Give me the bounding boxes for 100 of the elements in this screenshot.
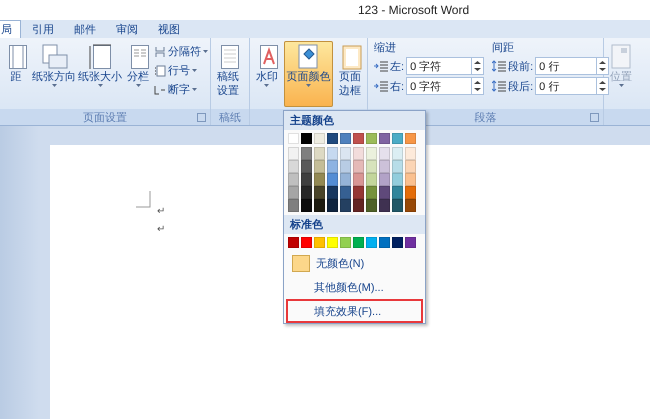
- ribbon-tab[interactable]: 审阅: [107, 20, 147, 38]
- color-swatch[interactable]: [314, 133, 325, 144]
- color-swatch[interactable]: [301, 199, 312, 212]
- ribbon-tab[interactable]: 视图: [149, 20, 189, 38]
- color-swatch[interactable]: [379, 133, 390, 144]
- color-swatch[interactable]: [405, 133, 416, 144]
- color-swatch[interactable]: [288, 173, 299, 186]
- color-swatch[interactable]: [366, 186, 377, 199]
- ribbon-button[interactable]: 页面颜色: [284, 41, 334, 107]
- spin-button[interactable]: [472, 77, 484, 95]
- color-swatch[interactable]: [405, 173, 416, 186]
- color-swatch[interactable]: [392, 237, 403, 248]
- color-swatch[interactable]: [392, 147, 403, 160]
- color-swatch[interactable]: [379, 199, 390, 212]
- color-swatch[interactable]: [379, 237, 390, 248]
- ribbon-button[interactable]: 纸张大小: [78, 41, 122, 107]
- color-swatch[interactable]: [353, 160, 364, 173]
- ribbon-small-button[interactable]: 断字: [154, 81, 208, 98]
- spinner-field[interactable]: 0 行: [535, 77, 598, 95]
- ribbon-button[interactable]: 水印: [252, 41, 282, 107]
- ribbon-button[interactable]: 距: [2, 41, 30, 107]
- color-swatch[interactable]: [314, 186, 325, 199]
- color-swatch[interactable]: [340, 160, 351, 173]
- ribbon-tab[interactable]: 局: [0, 20, 21, 38]
- color-swatch[interactable]: [405, 147, 416, 160]
- color-swatch[interactable]: [340, 173, 351, 186]
- color-swatch[interactable]: [340, 133, 351, 144]
- color-swatch[interactable]: [327, 147, 338, 160]
- color-swatch[interactable]: [366, 237, 377, 248]
- color-swatch[interactable]: [288, 237, 299, 248]
- color-swatch[interactable]: [392, 160, 403, 173]
- color-swatch[interactable]: [327, 186, 338, 199]
- color-swatch[interactable]: [366, 199, 377, 212]
- color-swatch[interactable]: [392, 133, 403, 144]
- color-swatch[interactable]: [366, 133, 377, 144]
- color-swatch[interactable]: [314, 147, 325, 160]
- color-swatch[interactable]: [314, 199, 325, 212]
- color-swatch[interactable]: [405, 237, 416, 248]
- color-swatch[interactable]: [392, 199, 403, 212]
- ribbon-button[interactable]: 页面 边框: [335, 41, 365, 107]
- color-swatch[interactable]: [353, 173, 364, 186]
- spin-button[interactable]: [472, 57, 484, 75]
- color-swatch[interactable]: [392, 186, 403, 199]
- color-swatch[interactable]: [301, 186, 312, 199]
- ribbon-small-button[interactable]: 分隔符: [154, 43, 208, 60]
- color-swatch[interactable]: [353, 237, 364, 248]
- color-swatch[interactable]: [288, 186, 299, 199]
- spin-button[interactable]: [597, 57, 610, 75]
- color-swatch[interactable]: [301, 237, 312, 248]
- color-swatch[interactable]: [405, 160, 416, 173]
- color-swatch[interactable]: [288, 160, 299, 173]
- spinner-field[interactable]: 0 字符: [406, 77, 472, 95]
- color-swatch[interactable]: [314, 237, 325, 248]
- color-swatch[interactable]: [288, 133, 299, 144]
- ribbon-small-button[interactable]: 行号: [154, 62, 208, 79]
- color-swatch[interactable]: [379, 147, 390, 160]
- color-swatch[interactable]: [379, 160, 390, 173]
- ribbon-tab[interactable]: 引用: [23, 20, 63, 38]
- color-swatch[interactable]: [327, 237, 338, 248]
- color-swatch[interactable]: [327, 199, 338, 212]
- color-swatch[interactable]: [301, 147, 312, 160]
- menu-item[interactable]: 其他颜色(M)...: [286, 275, 423, 299]
- color-swatch[interactable]: [340, 147, 351, 160]
- color-swatch[interactable]: [301, 173, 312, 186]
- color-swatch[interactable]: [353, 186, 364, 199]
- color-swatch[interactable]: [405, 199, 416, 212]
- menu-item[interactable]: 无颜色(N): [286, 251, 423, 275]
- ribbon-button[interactable]: 分栏: [124, 41, 152, 107]
- color-swatch[interactable]: [340, 199, 351, 212]
- color-swatch[interactable]: [366, 173, 377, 186]
- color-swatch[interactable]: [366, 147, 377, 160]
- spin-button[interactable]: [597, 77, 610, 95]
- color-swatch[interactable]: [314, 173, 325, 186]
- ribbon-button[interactable]: 纸张方向: [32, 41, 76, 107]
- spacing-before-icon: [492, 60, 506, 72]
- color-swatch[interactable]: [301, 133, 312, 144]
- color-swatch[interactable]: [353, 133, 364, 144]
- color-swatch[interactable]: [288, 147, 299, 160]
- color-swatch[interactable]: [379, 173, 390, 186]
- color-swatch[interactable]: [340, 237, 351, 248]
- dialog-launcher-icon[interactable]: [197, 113, 206, 122]
- color-swatch[interactable]: [327, 160, 338, 173]
- color-swatch[interactable]: [327, 133, 338, 144]
- dialog-launcher-icon[interactable]: [590, 113, 599, 122]
- ribbon-button[interactable]: 稿纸 设置: [213, 41, 243, 107]
- spinner-field[interactable]: 0 字符: [406, 57, 472, 75]
- color-swatch[interactable]: [379, 186, 390, 199]
- color-swatch[interactable]: [327, 173, 338, 186]
- color-swatch[interactable]: [366, 160, 377, 173]
- color-swatch[interactable]: [405, 186, 416, 199]
- ribbon-tab[interactable]: 邮件: [65, 20, 105, 38]
- color-swatch[interactable]: [314, 160, 325, 173]
- color-swatch[interactable]: [392, 173, 403, 186]
- color-swatch[interactable]: [301, 160, 312, 173]
- color-swatch[interactable]: [288, 199, 299, 212]
- color-swatch[interactable]: [353, 147, 364, 160]
- color-swatch[interactable]: [353, 199, 364, 212]
- spinner-field[interactable]: 0 行: [535, 57, 598, 75]
- menu-item[interactable]: 填充效果(F)...: [286, 299, 423, 323]
- color-swatch[interactable]: [340, 186, 351, 199]
